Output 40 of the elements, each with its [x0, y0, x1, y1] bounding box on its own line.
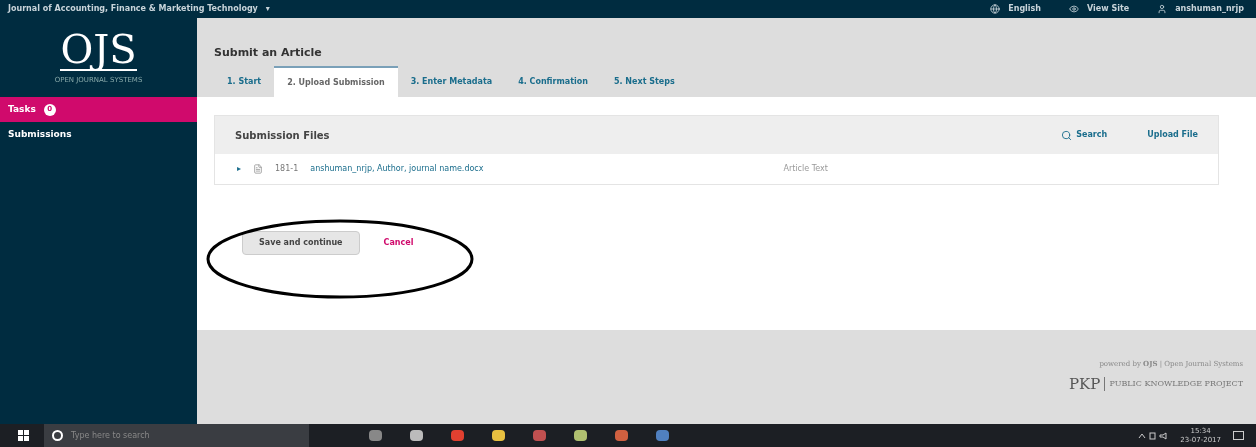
step-tab[interactable]: 3. Enter Metadata [397, 66, 506, 97]
step-tab[interactable]: 5. Next Steps [600, 66, 688, 97]
globe-icon [990, 4, 1001, 14]
step-tab[interactable]: 4. Confirmation [505, 66, 601, 97]
taskbar-app-icon[interactable] [615, 430, 628, 441]
cancel-link[interactable]: Cancel [383, 237, 414, 249]
user-icon [1157, 4, 1168, 14]
taskbar-app-icon[interactable] [369, 430, 382, 441]
taskbar-app-icon[interactable] [656, 430, 669, 441]
expand-toggle[interactable]: ▸ [237, 163, 241, 175]
step-tab[interactable]: 1. Start [214, 66, 275, 97]
logo[interactable]: OJS [60, 29, 137, 72]
caret-icon[interactable]: ▾ [265, 3, 270, 15]
step-tab[interactable]: 2. Upload Submission [274, 66, 398, 97]
taskbar-app-icon[interactable] [451, 430, 464, 441]
save-and-continue-button[interactable]: Save and continue [242, 231, 360, 255]
panel-action-link[interactable]: Search [1061, 129, 1108, 141]
pkp-name: PUBLIC KNOWLEDGE PROJECT [1109, 378, 1243, 391]
file-icon [253, 164, 263, 174]
top-link[interactable]: English [990, 3, 1042, 15]
search-icon [1061, 129, 1073, 141]
panel-action-link[interactable]: Upload File [1147, 129, 1198, 141]
notifications-icon[interactable] [1233, 431, 1244, 440]
taskbar-app-icon[interactable] [574, 430, 587, 441]
eye-icon [1069, 4, 1080, 14]
file-name-link[interactable]: anshuman_nrjp, Author, journal name.docx [310, 163, 484, 175]
tray-icons[interactable] [1138, 431, 1169, 440]
file-id: 181-1 [275, 163, 299, 175]
sidebar-item[interactable]: Submissions [0, 122, 197, 147]
panel-title: Submission Files [235, 128, 330, 143]
taskbar-search-field[interactable]: Type here to search [44, 424, 309, 447]
taskbar-app-icon[interactable] [492, 430, 505, 441]
taskbar-app-icon[interactable] [410, 430, 423, 441]
windows-start-icon[interactable] [18, 430, 29, 441]
top-link[interactable]: View Site [1069, 3, 1130, 15]
pkp-logo[interactable]: PKP [1069, 373, 1101, 396]
file-type: Article Text [783, 163, 828, 175]
page-title: Submit an Article [214, 45, 323, 61]
top-link[interactable]: anshuman_nrjp [1157, 3, 1244, 15]
journal-title[interactable]: Journal of Accounting, Finance & Marketing Technology [8, 3, 258, 15]
